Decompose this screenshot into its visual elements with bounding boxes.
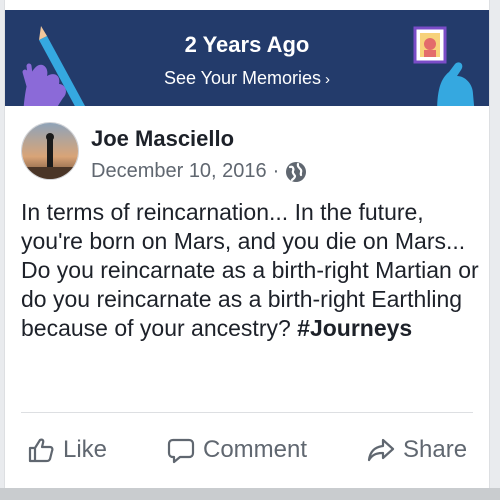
- post-body: In terms of reincarnation... In the futu…: [21, 198, 481, 343]
- bottom-separator-bar: [0, 488, 500, 500]
- photo-frame-hand-illustration-icon: [413, 26, 475, 106]
- like-button[interactable]: Like: [27, 436, 107, 464]
- author-avatar[interactable]: [21, 122, 79, 180]
- hashtag-link[interactable]: #Journeys: [297, 315, 412, 341]
- post-actions-bar: Like Comment Share: [5, 432, 489, 476]
- like-label: Like: [63, 436, 108, 463]
- share-arrow-icon: [367, 438, 395, 462]
- page-background: 2 Years Ago See Your Memories › Joe Masc…: [0, 0, 500, 500]
- comment-button[interactable]: Comment: [167, 436, 307, 464]
- see-memories-label: See Your Memories: [163, 68, 322, 88]
- thumbs-up-icon: [28, 438, 54, 463]
- post-meta: December 10, 2016 ·: [91, 160, 307, 183]
- avatar-photo-icon: [22, 123, 78, 179]
- globe-icon[interactable]: [285, 161, 307, 183]
- meta-separator: ·: [272, 160, 280, 182]
- share-label: Share: [403, 436, 468, 463]
- actions-divider: [21, 412, 473, 413]
- comment-label: Comment: [203, 436, 308, 463]
- author-name[interactable]: Joe Masciello: [91, 126, 234, 152]
- chevron-right-icon: ›: [325, 71, 331, 88]
- memories-banner: 2 Years Ago See Your Memories ›: [5, 10, 489, 106]
- comment-bubble-icon: [167, 438, 195, 464]
- post-date[interactable]: December 10, 2016: [91, 160, 267, 183]
- share-button[interactable]: Share: [367, 436, 467, 464]
- memory-post-card: 2 Years Ago See Your Memories › Joe Masc…: [4, 0, 490, 488]
